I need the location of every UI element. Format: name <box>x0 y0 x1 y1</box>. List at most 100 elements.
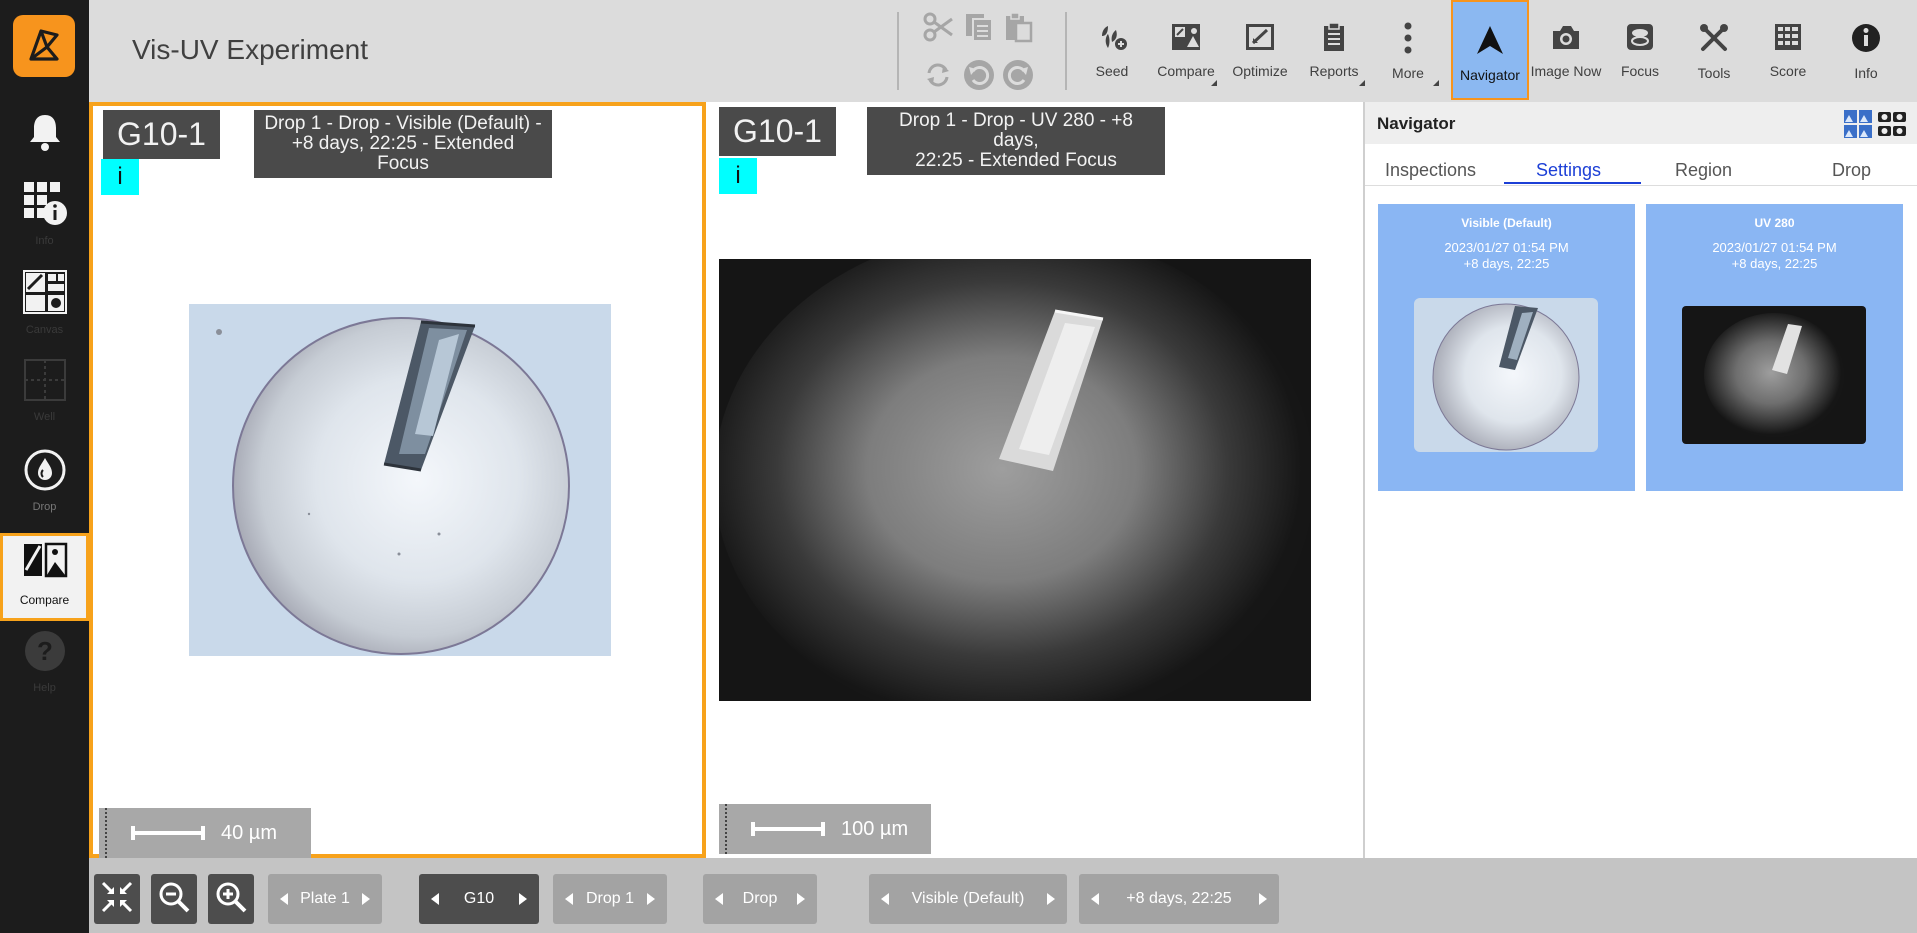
camera-icon <box>1550 22 1582 57</box>
visible-thumbnail-image <box>1414 298 1598 452</box>
app-title: Vis-UV Experiment <box>132 34 369 65</box>
scale-bar-label: 40 µm <box>221 821 277 844</box>
well-selector[interactable]: G10 <box>419 874 539 924</box>
compare-button[interactable]: Compare <box>1149 0 1223 100</box>
image-description-line2: +8 days, 22:25 - Extended Focus <box>291 133 515 174</box>
region-label: Drop <box>742 890 778 907</box>
plate-selector[interactable]: Plate 1 <box>268 874 382 924</box>
optimize-label: Optimize <box>1232 63 1288 79</box>
inspection-time-selector[interactable]: +8 days, 22:25 <box>1079 874 1279 924</box>
sidebar-item-info[interactable]: Info <box>0 174 89 262</box>
tab-drop[interactable]: Drop <box>1832 160 1871 181</box>
navigator-card-uv280[interactable]: UV 280 2023/01/27 01:54 PM +8 days, 22:2… <box>1646 204 1903 491</box>
previous-setting-icon[interactable] <box>881 893 889 905</box>
active-tab-indicator <box>1504 182 1641 184</box>
next-plate-icon[interactable] <box>362 893 370 905</box>
info-button[interactable]: Info <box>1829 0 1903 100</box>
sidebar-item-label: Help <box>33 682 56 694</box>
previous-well-icon[interactable] <box>431 893 439 905</box>
clipboard-icon <box>1319 22 1349 57</box>
navigator-tabs: Inspections Settings Region Drop <box>1365 156 1917 186</box>
more-button[interactable]: More <box>1371 0 1445 100</box>
navigator-panel: Navigator Inspections Settings Region Dr… <box>1363 102 1917 858</box>
drag-handle[interactable] <box>105 808 113 858</box>
image-description-line2: 22:25 - Extended Focus <box>915 150 1117 171</box>
scale-bar[interactable]: 40 µm <box>99 808 311 858</box>
image-grid-view-icon[interactable] <box>1843 109 1873 144</box>
sidebar-item-label: Canvas <box>25 324 64 336</box>
region-selector[interactable]: Drop <box>703 874 817 924</box>
sidebar-item-well[interactable]: Well <box>0 352 89 440</box>
tab-settings[interactable]: Settings <box>1536 160 1601 181</box>
more-label: More <box>1392 65 1424 81</box>
image-info-button[interactable]: i <box>719 158 757 194</box>
previous-drop-icon[interactable] <box>565 893 573 905</box>
fit-to-view-button[interactable] <box>94 874 140 924</box>
next-well-icon[interactable] <box>519 893 527 905</box>
image-now-button[interactable]: Image Now <box>1529 0 1603 100</box>
drop-selector[interactable]: Drop 1 <box>553 874 667 924</box>
card-title: Visible (Default) <box>1461 216 1552 230</box>
paste-icon[interactable] <box>1001 10 1035 44</box>
previous-plate-icon[interactable] <box>280 893 288 905</box>
previous-region-icon[interactable] <box>715 893 723 905</box>
scale-bar-label: 100 µm <box>841 817 909 840</box>
focus-icon <box>1624 22 1656 57</box>
zoom-in-icon <box>214 880 248 919</box>
score-button[interactable]: Score <box>1751 0 1825 100</box>
undo-icon[interactable] <box>962 58 996 92</box>
setting-label: Visible (Default) <box>911 890 1025 907</box>
next-drop-icon[interactable] <box>647 893 655 905</box>
sidebar-item-compare[interactable]: Compare <box>0 533 89 621</box>
navigator-button[interactable]: Navigator <box>1451 0 1529 100</box>
zoom-out-icon <box>157 880 191 919</box>
inspection-time-label: +8 days, 22:25 <box>1126 890 1232 907</box>
reports-button[interactable]: Reports <box>1297 0 1371 100</box>
next-inspection-icon[interactable] <box>1258 893 1267 905</box>
tools-button[interactable]: Tools <box>1677 0 1751 100</box>
redo-icon[interactable] <box>1001 58 1035 92</box>
image-description-line1: Drop 1 - Drop - UV 280 - +8 days, <box>899 110 1133 151</box>
previous-inspection-icon[interactable] <box>1091 893 1099 905</box>
card-time: +8 days, 22:25 <box>1731 256 1818 271</box>
card-date: 2023/01/27 01:54 PM <box>1712 240 1837 255</box>
sidebar-item-canvas[interactable]: Canvas <box>0 263 89 351</box>
scissors-icon[interactable] <box>921 10 955 44</box>
sidebar-item-help[interactable]: ? Help <box>0 623 89 711</box>
focus-button[interactable]: Focus <box>1603 0 1677 100</box>
seed-button[interactable]: Seed <box>1075 0 1149 100</box>
app-window: Info Canvas Well Drop Compare ? Help Vis… <box>0 0 1917 933</box>
sidebar-item-label: Well <box>33 411 56 423</box>
drag-handle[interactable] <box>725 804 733 854</box>
sync-icon[interactable] <box>921 58 955 92</box>
next-region-icon[interactable] <box>797 893 805 905</box>
imaging-setting-selector[interactable]: Visible (Default) <box>869 874 1067 924</box>
info-icon <box>1850 22 1882 59</box>
sidebar-item-drop[interactable]: Drop <box>0 442 89 530</box>
image-pane-uv280[interactable]: G10-1 Drop 1 - Drop - UV 280 - +8 days, … <box>706 102 1363 858</box>
well-label: G10 <box>463 890 495 907</box>
image-description: Drop 1 - Drop - Visible (Default) - +8 d… <box>254 110 552 178</box>
tab-inspections[interactable]: Inspections <box>1385 160 1476 181</box>
camera-grid-icon[interactable] <box>1877 109 1907 144</box>
navigator-title: Navigator <box>1377 114 1456 133</box>
optimize-button[interactable]: Optimize <box>1223 0 1297 100</box>
visible-crystal-image <box>189 304 611 656</box>
tools-label: Tools <box>1697 65 1731 81</box>
next-setting-icon[interactable] <box>1046 893 1055 905</box>
copy-icon[interactable] <box>962 10 996 44</box>
image-description-line1: Drop 1 - Drop - Visible (Default) - <box>264 113 542 134</box>
zoom-out-button[interactable] <box>151 874 197 924</box>
image-pane-visible[interactable]: G10-1 Drop 1 - Drop - Visible (Default) … <box>89 102 706 858</box>
navigator-card-visible[interactable]: Visible (Default) 2023/01/27 01:54 PM +8… <box>1378 204 1635 491</box>
more-vertical-icon <box>1393 22 1423 59</box>
scale-bar[interactable]: 100 µm <box>719 804 931 854</box>
tab-region[interactable]: Region <box>1675 160 1732 181</box>
sidebar-item-label: Compare <box>19 593 70 607</box>
zoom-in-button[interactable] <box>208 874 254 924</box>
rock-maker-logo[interactable] <box>13 15 75 77</box>
card-title: UV 280 <box>1754 216 1795 230</box>
image-info-button[interactable]: i <box>101 159 139 195</box>
optimize-icon <box>1244 22 1276 57</box>
scale-bar-line <box>131 826 205 840</box>
